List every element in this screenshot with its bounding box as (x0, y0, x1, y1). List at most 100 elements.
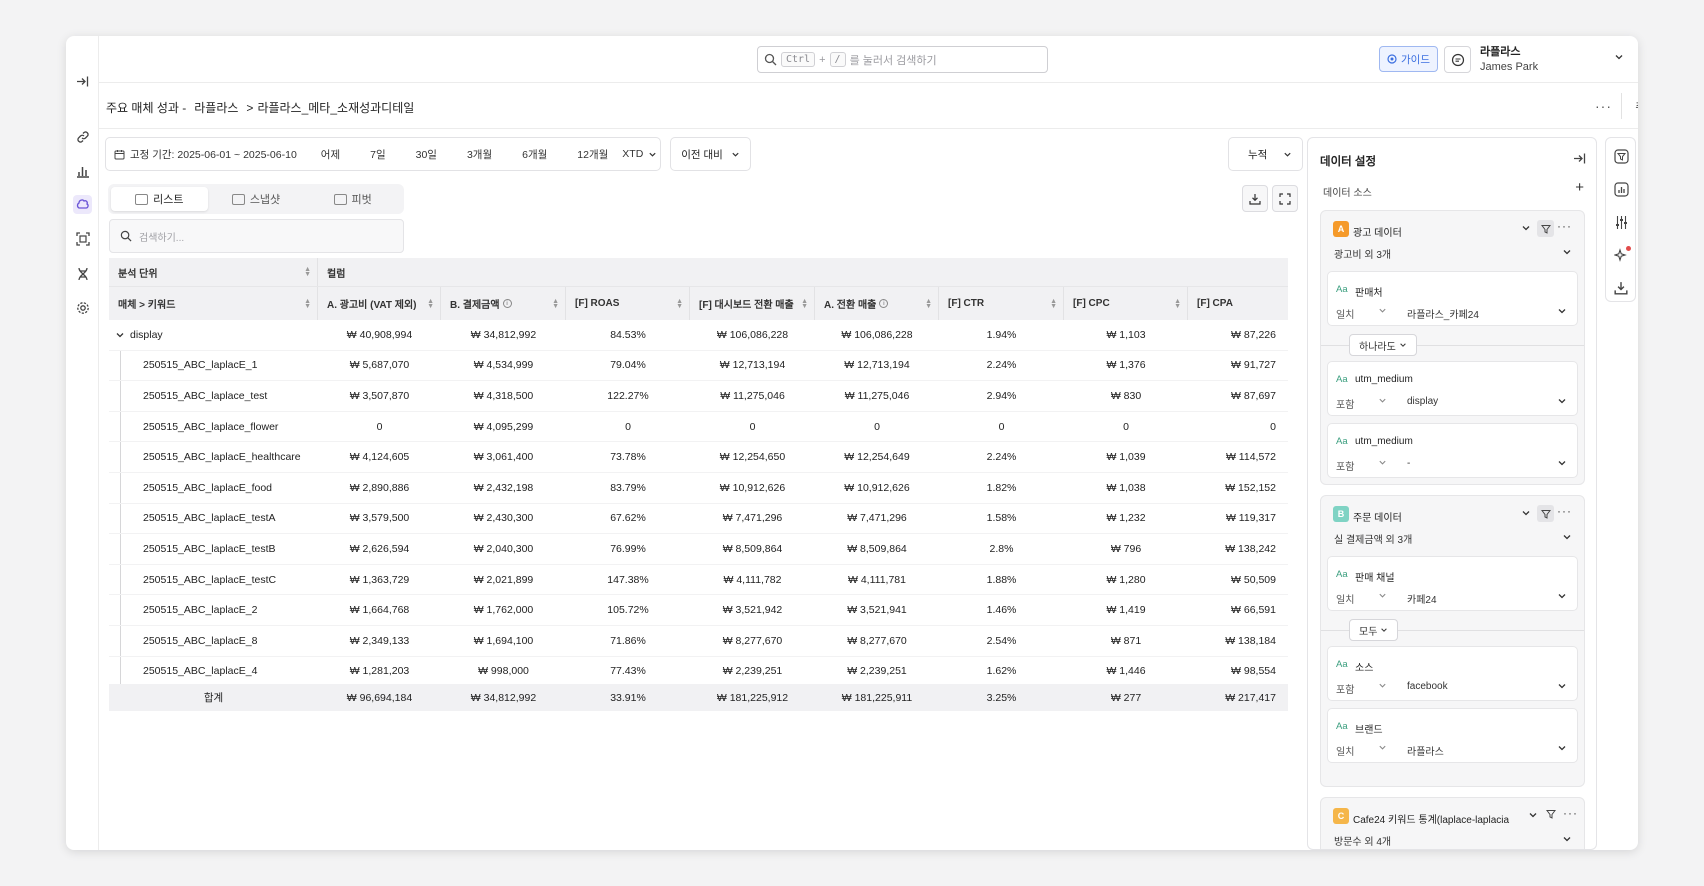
table-row[interactable]: 250515_ABC_laplacE_testB ₩ 2,626,594 ₩ 2,0… (109, 534, 1288, 565)
column-header[interactable]: [F] CPC ▲ ▼ (1064, 287, 1188, 320)
column-header[interactable]: [F] CPA (1188, 287, 1288, 320)
tab-pivot[interactable]: 피벗 (304, 187, 401, 211)
filter-value[interactable]: 카페24 (1407, 591, 1437, 606)
global-search-input[interactable]: Ctrl + / 를 눌러서 검색하기 (757, 46, 1048, 73)
table-search-input[interactable]: 검색하기... (109, 219, 404, 253)
table-row[interactable]: 250515_ABC_laplacE_food ₩ 2,890,886 ₩ 2,43… (109, 473, 1288, 504)
sort-icon[interactable]: ▲ ▼ (552, 298, 559, 310)
breadcrumb-item[interactable]: 라플라스 (194, 101, 238, 115)
connector-toggle[interactable]: 모두 (1349, 619, 1399, 641)
scan-icon[interactable] (73, 229, 92, 248)
dashboard-icon[interactable] (73, 195, 92, 214)
filter-card[interactable]: Aa 소스 포함 facebook (1327, 646, 1578, 701)
filter-value[interactable]: 라플라스_카페24 (1407, 306, 1479, 321)
table-row[interactable]: 250515_ABC_laplacE_testA ₩ 3,579,500 ₩ 2,4… (109, 503, 1288, 535)
ai-tool[interactable] (1613, 246, 1631, 263)
sort-icon[interactable]: ▲ ▼ (676, 298, 683, 310)
table-row[interactable]: 250515_ABC_laplacE_1 ₩ 5,687,070 ₩ 4,534,9… (109, 350, 1288, 382)
chevron-down-icon[interactable] (1557, 306, 1567, 316)
info-icon[interactable]: i (879, 299, 889, 308)
add-source-button[interactable]: + (1575, 179, 1584, 196)
chevron-down-icon[interactable] (115, 330, 125, 340)
chevron-down-icon[interactable] (1562, 834, 1572, 844)
filter-card[interactable]: Aa 판매처 일치 라플라스_카페24 (1327, 271, 1578, 326)
column-header[interactable]: [F] 대시보드 전환 매출 ▲ ▼ (690, 287, 815, 320)
gear-icon[interactable] (73, 298, 92, 317)
sort-icon[interactable]: ▲ ▼ (1174, 298, 1181, 310)
filter-card[interactable]: Aa 브랜드 일치 라플라스 (1327, 708, 1578, 763)
range-3m[interactable]: 3개월 (467, 147, 492, 162)
source-filter-button[interactable] (1537, 220, 1554, 237)
cancel-button[interactable]: 취소 (1629, 93, 1638, 119)
table-row[interactable]: 250515_ABC_laplace_test ₩ 3,507,870 ₩ 4,31… (109, 381, 1288, 412)
tab-snapshot[interactable]: 스냅샷 (208, 187, 305, 211)
chart-tool[interactable] (1613, 181, 1629, 197)
link-icon[interactable] (73, 127, 92, 146)
table-row[interactable]: 250515_ABC_laplacE_healthcare ₩ 4,124,605… (109, 442, 1288, 473)
filter-card[interactable]: Aa utm_medium 포함 display (1327, 361, 1578, 416)
chevron-down-icon[interactable] (1557, 681, 1567, 691)
source-summary[interactable]: 실 결제금액 외 3개 (1334, 531, 1412, 546)
source-summary[interactable]: 광고비 외 3개 (1334, 246, 1391, 261)
range-7d[interactable]: 7일 (370, 147, 386, 162)
export-tool[interactable] (1613, 280, 1629, 296)
column-header[interactable]: B. 결제금액 i ▲ ▼ (441, 287, 566, 320)
filter-tool[interactable] (1613, 148, 1629, 164)
range-30d[interactable]: 30일 (416, 147, 437, 162)
chevron-down-icon[interactable] (1557, 396, 1567, 406)
filter-card[interactable]: Aa utm_medium 포함 - (1327, 423, 1578, 478)
date-range-picker[interactable]: 고정 기간: 2025-06-01 ~ 2025-06-10 (114, 147, 297, 162)
sort-icon[interactable]: ▲ ▼ (304, 298, 311, 310)
chevron-down-icon[interactable] (1557, 458, 1567, 468)
column-header[interactable]: A. 광고비 (VAT 제외) ▲ ▼ (318, 287, 441, 320)
table-row[interactable]: 250515_ABC_laplacE_2 ₩ 1,664,768 ₩ 1,762,0… (109, 595, 1288, 626)
sort-icon[interactable]: ▲ ▼ (801, 298, 808, 310)
more-menu-button[interactable]: ··· (1595, 98, 1612, 114)
source-more-button[interactable]: ··· (1557, 219, 1572, 233)
filter-operator[interactable]: 포함 (1336, 396, 1387, 411)
chevron-down-icon[interactable] (1562, 532, 1572, 542)
filter-value[interactable]: 라플라스 (1407, 743, 1444, 758)
chevron-down-icon[interactable] (1557, 591, 1567, 601)
expand-sidebar-icon[interactable] (73, 72, 92, 91)
chevron-down-icon[interactable] (1614, 52, 1624, 62)
column-header[interactable]: [F] ROAS ▲ ▼ (566, 287, 690, 320)
table-row-group[interactable]: display ₩ 40,908,994 ₩ 34,812,992 84.53% ₩ 1… (109, 320, 1288, 351)
column-header[interactable]: [F] CTR ▲ ▼ (939, 287, 1064, 320)
chart-icon[interactable] (73, 161, 92, 180)
sort-icon[interactable]: ▲ ▼ (427, 298, 434, 310)
compare-dropdown[interactable]: 이전 대비 (670, 137, 751, 171)
user-info[interactable]: 라플라스 James Park (1480, 45, 1538, 75)
breadcrumb-item[interactable]: 주요 매체 성과 - (106, 101, 186, 115)
chevron-down-icon[interactable] (1557, 743, 1567, 753)
source-more-button[interactable]: ··· (1563, 806, 1578, 820)
chevron-down-icon[interactable] (1521, 223, 1531, 233)
source-summary[interactable]: 방문수 외 4개 (1334, 833, 1391, 848)
range-yesterday[interactable]: 어제 (321, 147, 340, 162)
sort-icon[interactable]: ▲ ▼ (925, 298, 932, 310)
sort-icon[interactable]: ▲ ▼ (1050, 298, 1057, 310)
source-more-button[interactable]: ··· (1557, 504, 1572, 518)
dna-icon[interactable] (73, 264, 92, 283)
filter-icon[interactable] (1546, 809, 1556, 819)
chevron-down-icon[interactable] (1521, 508, 1531, 518)
source-filter-button[interactable] (1537, 505, 1554, 522)
filter-operator[interactable]: 포함 (1336, 458, 1387, 473)
info-icon[interactable]: i (502, 299, 512, 308)
filter-operator[interactable]: 일치 (1336, 743, 1387, 758)
download-button[interactable] (1242, 185, 1268, 212)
guide-button[interactable]: 가이드 (1379, 46, 1438, 72)
filter-operator[interactable]: 일치 (1336, 306, 1387, 321)
range-6m[interactable]: 6개월 (522, 147, 547, 162)
cumulative-dropdown[interactable]: 누적 (1228, 137, 1303, 171)
filter-operator[interactable]: 일치 (1336, 591, 1387, 606)
table-row[interactable]: 250515_ABC_laplace_flower 0 ₩ 4,095,299 0 0 0… (109, 411, 1288, 443)
column-header[interactable]: 매체 > 키워드 ▲ ▼ (109, 287, 318, 320)
connector-toggle[interactable]: 하나라도 (1349, 334, 1417, 356)
filter-value[interactable]: - (1407, 458, 1410, 469)
group-header-dimension[interactable]: 분석 단위 ▲ ▼ (109, 258, 318, 286)
chat-button[interactable] (1444, 46, 1471, 73)
filter-card[interactable]: Aa 판매 채널 일치 카페24 (1327, 556, 1578, 611)
range-12m[interactable]: 12개월 (577, 147, 608, 162)
chevron-down-icon[interactable] (1528, 810, 1538, 820)
